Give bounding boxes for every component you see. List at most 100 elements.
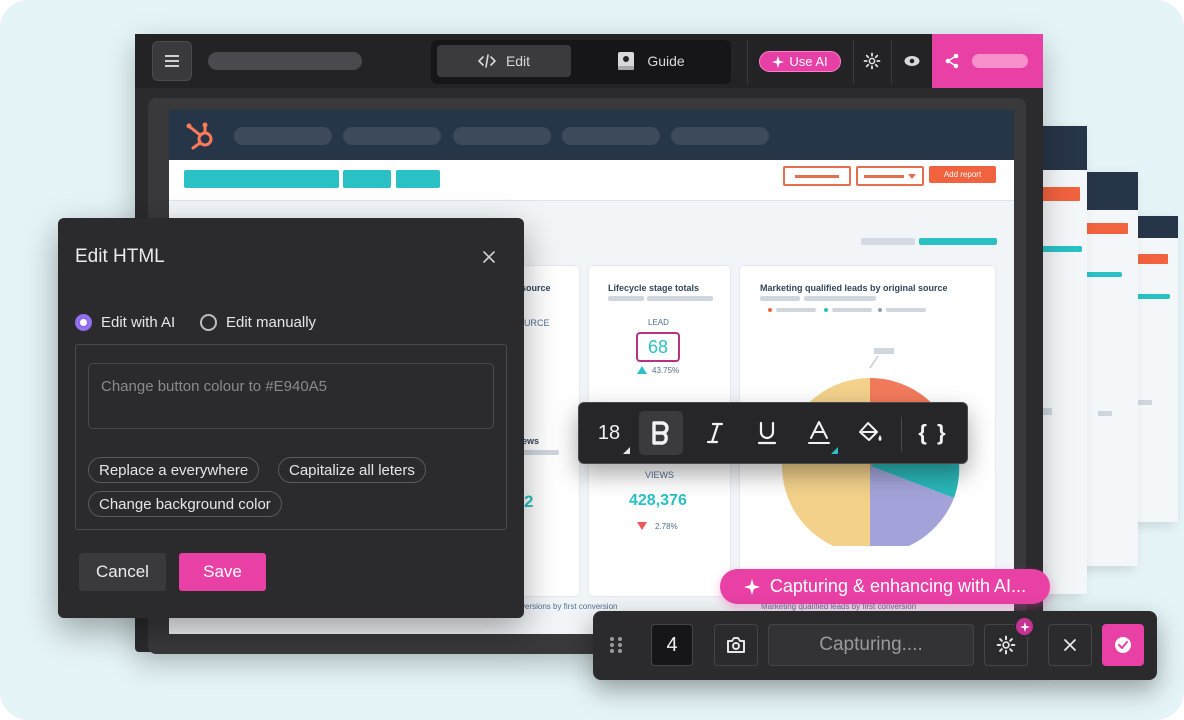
- dropdown-corner-icon: [831, 447, 838, 454]
- drag-handle[interactable]: [607, 635, 625, 655]
- use-ai-label: Use AI: [789, 54, 828, 69]
- text-color-button[interactable]: [797, 411, 841, 455]
- use-ai-button[interactable]: Use AI: [759, 51, 841, 72]
- sparkle-icon: [743, 578, 760, 595]
- text-format-toolbar: 18 { }: [578, 402, 968, 464]
- close-dialog-button[interactable]: [478, 246, 500, 268]
- bold-icon: [652, 421, 669, 445]
- edit-html-dialog: Edit HTML Edit with AI Edit manually Cha…: [58, 218, 524, 618]
- nav-item[interactable]: [343, 127, 441, 145]
- divider: [747, 40, 748, 84]
- capturing-banner: Capturing & enhancing with AI...: [720, 569, 1050, 604]
- suggestion-chip[interactable]: Replace a everywhere: [88, 457, 260, 483]
- change-percent: 2.78%: [655, 522, 678, 531]
- preview-button[interactable]: [899, 48, 925, 74]
- editor-top-bar: Edit Guide Use AI: [135, 34, 1043, 88]
- settings-button[interactable]: [859, 48, 885, 74]
- save-button[interactable]: Save: [179, 553, 266, 591]
- card-sublabel: LEAD: [648, 318, 669, 327]
- tab-edit[interactable]: Edit: [437, 45, 571, 77]
- chevron-down-icon: [908, 174, 916, 179]
- paint-bucket-icon: [859, 422, 882, 441]
- font-size-value: 18: [597, 421, 621, 444]
- lead-count-value[interactable]: 68: [636, 332, 680, 362]
- close-icon: [483, 251, 495, 263]
- capture-screenshot-button[interactable]: [714, 624, 758, 666]
- card-title: source: [521, 283, 551, 293]
- tab-guide[interactable]: Guide: [581, 45, 721, 77]
- ai-badge: [1014, 616, 1035, 637]
- cancel-button[interactable]: Cancel: [79, 553, 166, 591]
- trend-up-icon: [637, 366, 647, 374]
- page-title-placeholder: [208, 52, 362, 70]
- suggestion-chip[interactable]: Change background color: [88, 491, 282, 517]
- gear-icon: [863, 52, 881, 70]
- font-size-select[interactable]: 18: [587, 411, 631, 455]
- dashboard-nav: [169, 110, 1014, 160]
- views-value: 428,376: [629, 492, 687, 509]
- radio-edit-with-ai[interactable]: [75, 314, 92, 331]
- report-card-lifecycle: Lifecycle stage totals LEAD 68 43.75%: [589, 266, 730, 411]
- sparkle-icon: [772, 55, 785, 68]
- guide-book-icon: [618, 52, 635, 70]
- hamburger-menu-button[interactable]: [152, 41, 192, 81]
- drag-handle-icon: [610, 637, 622, 653]
- text-color-icon: [808, 421, 830, 444]
- code-view-button[interactable]: { }: [911, 411, 955, 455]
- check-circle-icon: [1115, 637, 1131, 653]
- card-title: ews: [522, 436, 540, 446]
- divider: [901, 417, 902, 451]
- sparkle-icon: [1019, 621, 1030, 632]
- nav-item[interactable]: [562, 127, 660, 145]
- italic-button[interactable]: [693, 411, 737, 455]
- code-icon: [477, 54, 496, 68]
- dashboard-subheader: Add report: [169, 160, 1014, 200]
- card-sublabel: VIEWS: [645, 470, 675, 480]
- actions-dropdown[interactable]: [856, 166, 924, 186]
- mode-switch: Edit Guide: [431, 40, 731, 84]
- trend-down-icon: [637, 522, 647, 530]
- nav-item[interactable]: [671, 127, 769, 145]
- confirm-capture-button[interactable]: [1102, 624, 1144, 666]
- fill-color-button[interactable]: [849, 411, 893, 455]
- card-title: Marketing qualified leads by original so…: [760, 283, 948, 293]
- capturing-banner-text: Capturing & enhancing with AI...: [769, 576, 1027, 596]
- bold-button[interactable]: [639, 411, 683, 455]
- capture-toolbar: 4 Capturing....: [593, 611, 1157, 680]
- cancel-capture-button[interactable]: [1048, 624, 1092, 666]
- close-icon: [1064, 639, 1076, 651]
- hamburger-icon: [165, 55, 179, 67]
- card-title: Lifecycle stage totals: [608, 283, 700, 293]
- card-sublabel: URCE: [524, 318, 550, 328]
- radio-edit-manually[interactable]: [200, 314, 217, 331]
- nav-item[interactable]: [234, 127, 332, 145]
- share-button[interactable]: [932, 34, 1043, 88]
- dropdown-corner-icon: [623, 447, 630, 454]
- capture-count: 4: [651, 624, 693, 666]
- divider: [853, 40, 854, 84]
- radio-edit-with-ai-label: Edit with AI: [101, 314, 176, 331]
- gear-icon: [996, 635, 1016, 655]
- change-percent: 43.75%: [652, 366, 680, 375]
- underline-button[interactable]: [745, 411, 789, 455]
- card-value: 2: [524, 492, 534, 511]
- hubspot-logo-icon: [186, 122, 213, 150]
- tab-guide-label: Guide: [647, 53, 685, 69]
- italic-icon: [706, 422, 724, 444]
- filter-button[interactable]: [783, 166, 851, 186]
- nav-item[interactable]: [453, 127, 551, 145]
- eye-icon: [904, 56, 920, 66]
- suggestion-chip[interactable]: Capitalize all leters: [278, 457, 426, 483]
- underline-icon: [757, 421, 777, 445]
- share-label-placeholder: [972, 54, 1028, 68]
- ai-prompt-panel: Change button colour to #E940A5 Replace …: [75, 344, 507, 530]
- ai-prompt-input[interactable]: Change button colour to #E940A5: [88, 363, 494, 429]
- radio-edit-manually-label: Edit manually: [226, 314, 317, 331]
- canvas: Edit Guide Use AI Add report source URCE…: [0, 0, 1184, 720]
- capture-status: Capturing....: [768, 624, 974, 666]
- share-icon: [945, 53, 959, 69]
- add-report-button[interactable]: Add report: [929, 166, 996, 183]
- report-title-footer: versions by first conversion: [521, 602, 618, 611]
- braces-icon: { }: [918, 420, 948, 445]
- divider: [891, 40, 892, 84]
